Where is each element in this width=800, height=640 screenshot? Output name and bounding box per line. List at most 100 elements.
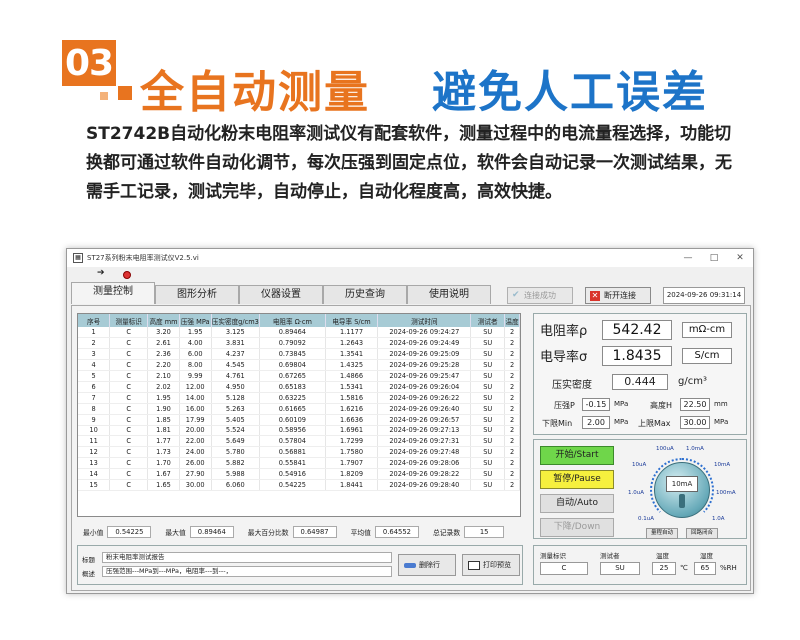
table-cell: 0.65183 bbox=[259, 381, 326, 393]
table-cell: 0.55841 bbox=[259, 457, 326, 470]
loop-close-button[interactable]: 回路闭合 bbox=[686, 528, 718, 539]
table-row[interactable]: 15 C 1.65 30.00 6.060 0.54225 1.8441 2024-09-26… bbox=[78, 479, 520, 491]
table-cell: 2024-09-26 09:24:27 bbox=[377, 327, 472, 339]
table-cell: 1.67 bbox=[147, 468, 180, 480]
table-cell: 11 bbox=[78, 435, 111, 448]
column-header[interactable]: 温度 bbox=[504, 314, 520, 327]
table-cell: SU bbox=[470, 327, 506, 339]
column-header[interactable]: 电导率 S/cm bbox=[325, 314, 379, 327]
table-row[interactable]: 8 C 1.90 16.00 5.263 0.61665 1.6216 2024-09-26 … bbox=[78, 403, 520, 415]
table-cell: 4.950 bbox=[211, 381, 261, 393]
report-title-input[interactable]: 粉末电阻率测试报告 bbox=[102, 552, 392, 563]
dial-label-1ua: 1.0uA bbox=[628, 490, 644, 496]
table-cell: 1.6636 bbox=[325, 414, 379, 426]
table-cell: 0.63225 bbox=[259, 392, 326, 404]
column-header[interactable]: 压实密度g/cm3 bbox=[211, 314, 261, 327]
table-cell: 5.649 bbox=[211, 435, 261, 448]
table-cell: C bbox=[109, 403, 149, 415]
down-button[interactable]: 下降/Down bbox=[540, 518, 614, 537]
connect-success-button[interactable]: ✔ 连接成功 bbox=[507, 287, 573, 304]
dial-pointer bbox=[679, 494, 685, 508]
column-header[interactable]: 压强 MPa bbox=[179, 314, 212, 327]
stop-icon[interactable] bbox=[123, 271, 131, 279]
current-range-dial[interactable]: 100uA 1.0mA 10uA 10mA 1.0uA 100mA 0.1uA … bbox=[624, 444, 742, 539]
total-value: 15 bbox=[464, 526, 505, 538]
pause-button[interactable]: 暂停/Pause bbox=[540, 470, 614, 489]
table-cell: 1.5816 bbox=[325, 392, 379, 404]
dial-label-1ma: 1.0mA bbox=[686, 446, 704, 452]
hero-description: ST2742B自动化粉末电阻率测试仪有配套软件，测量过程中的电流量程选择，功能切… bbox=[86, 124, 732, 202]
table-cell: 8 bbox=[78, 403, 111, 415]
measure-id-input[interactable]: C bbox=[540, 562, 588, 575]
table-row[interactable]: 13 C 1.70 26.00 5.882 0.55841 1.7907 2024-09-26… bbox=[78, 457, 520, 470]
humidity-unit: %RH bbox=[720, 564, 737, 572]
table-cell: 1.85 bbox=[147, 414, 180, 426]
maximize-button[interactable]: □ bbox=[701, 249, 727, 267]
table-row[interactable]: 10 C 1.81 20.00 5.524 0.58956 1.6961 2024-09-26… bbox=[78, 425, 520, 437]
lower-limit-input[interactable]: 2.00 bbox=[582, 416, 610, 429]
max-percent-value: 0.64987 bbox=[292, 526, 337, 538]
table-cell: 2024-09-26 09:25:47 bbox=[377, 370, 472, 382]
table-row[interactable]: 3 C 2.36 6.00 4.237 0.73845 1.3541 2024-09-26 0… bbox=[78, 348, 520, 361]
table-row[interactable]: 4 C 2.20 8.00 4.545 0.69804 1.4325 2024-09-26 0… bbox=[78, 359, 520, 372]
table-cell: 14.00 bbox=[179, 392, 212, 404]
table-cell: 14 bbox=[78, 468, 111, 480]
column-header[interactable]: 序号 bbox=[78, 314, 111, 327]
table-row[interactable]: 5 C 2.10 9.99 4.761 0.67265 1.4866 2024-09-26 0… bbox=[78, 370, 520, 382]
table-row[interactable]: 6 C 2.02 12.00 4.950 0.65183 1.5341 2024-09-26 … bbox=[78, 381, 520, 393]
table-cell: 0.73845 bbox=[259, 348, 326, 361]
tab-instrument-settings[interactable]: 仪器设置 bbox=[239, 285, 323, 304]
table-row[interactable]: 1 C 3.20 1.95 3.125 0.89464 1.1177 2024-09-26 0… bbox=[78, 327, 520, 339]
tab-history-query[interactable]: 历史查询 bbox=[323, 285, 407, 304]
table-cell: 4.00 bbox=[179, 337, 212, 350]
table-cell: 20.00 bbox=[179, 425, 212, 437]
table-row[interactable]: 14 C 1.67 27.90 5.988 0.54916 1.8209 2024-09-26… bbox=[78, 468, 520, 480]
table-cell: 2 bbox=[504, 468, 520, 480]
table-cell: 0.60109 bbox=[259, 414, 326, 426]
tester-input[interactable]: SU bbox=[600, 562, 640, 575]
table-row[interactable]: 2 C 2.61 4.00 3.831 0.79092 1.2643 2024-09-26 0… bbox=[78, 337, 520, 350]
print-preview-button[interactable]: 打印预览 bbox=[462, 554, 520, 576]
resistivity-label: 电阻率ρ bbox=[540, 324, 588, 339]
tab-user-guide[interactable]: 使用说明 bbox=[407, 285, 491, 304]
delete-row-button[interactable]: 删除行 bbox=[398, 554, 456, 576]
run-arrow-icon[interactable]: ➔ bbox=[97, 268, 105, 278]
table-row[interactable]: 12 C 1.73 24.00 5.780 0.56881 1.7580 2024-09-26… bbox=[78, 446, 520, 459]
table-cell: 26.00 bbox=[179, 457, 212, 470]
start-button[interactable]: 开始/Start bbox=[540, 446, 614, 465]
close-button[interactable]: ✕ bbox=[727, 249, 753, 267]
table-row[interactable]: 11 C 1.77 22.00 5.649 0.57804 1.7299 2024-09-26… bbox=[78, 435, 520, 448]
table-cell: SU bbox=[470, 414, 506, 426]
tab-measure-control[interactable]: 测量控制 bbox=[71, 282, 155, 304]
table-cell: 4.761 bbox=[211, 370, 261, 382]
column-header[interactable]: 测试时间 bbox=[377, 314, 472, 327]
column-header[interactable]: 电阻率 Ω·cm bbox=[259, 314, 326, 327]
table-cell: 5.882 bbox=[211, 457, 261, 470]
table-cell: 2 bbox=[504, 359, 520, 372]
upper-limit-input[interactable]: 30.00 bbox=[680, 416, 710, 429]
column-header[interactable]: 高度 mm bbox=[147, 314, 180, 327]
upper-limit-label: 上限Max bbox=[638, 419, 671, 428]
range-auto-button[interactable]: 量程自动 bbox=[646, 528, 678, 539]
tab-graph-analysis[interactable]: 图形分析 bbox=[155, 285, 239, 304]
table-cell: 3 bbox=[78, 348, 111, 361]
table-cell: 0.54916 bbox=[259, 468, 326, 480]
table-cell: 1.1177 bbox=[325, 327, 379, 339]
auto-button[interactable]: 自动/Auto bbox=[540, 494, 614, 513]
dial-value: 10mA bbox=[666, 476, 698, 492]
report-summary-input[interactable]: 压强范围---MPa到---MPa，电阻率---到---， bbox=[102, 566, 392, 577]
table-cell: 4.545 bbox=[211, 359, 261, 372]
table-row[interactable]: 7 C 1.95 14.00 5.128 0.63225 1.5816 2024-09-26 … bbox=[78, 392, 520, 404]
minimize-button[interactable]: — bbox=[675, 249, 701, 267]
results-table[interactable]: 序号 测量标识 高度 mm 压强 MPa 压实密度g/cm3 电阻率 Ω·cm 电导率 S/… bbox=[77, 313, 521, 517]
table-cell: 8.00 bbox=[179, 359, 212, 372]
disconnect-button[interactable]: ✕ 断开连接 bbox=[585, 287, 651, 304]
column-header[interactable]: 测量标识 bbox=[109, 314, 149, 327]
table-cell: 2 bbox=[504, 414, 520, 426]
table-row[interactable]: 9 C 1.85 17.99 5.405 0.60109 1.6636 2024-09-26 … bbox=[78, 414, 520, 426]
column-header[interactable]: 测试者 bbox=[470, 314, 506, 327]
section-number-badge: 03 bbox=[62, 40, 116, 86]
humidity-input[interactable]: 65 bbox=[694, 562, 716, 575]
max-label: 最大值 bbox=[165, 529, 186, 537]
temperature-input[interactable]: 25 bbox=[652, 562, 676, 575]
